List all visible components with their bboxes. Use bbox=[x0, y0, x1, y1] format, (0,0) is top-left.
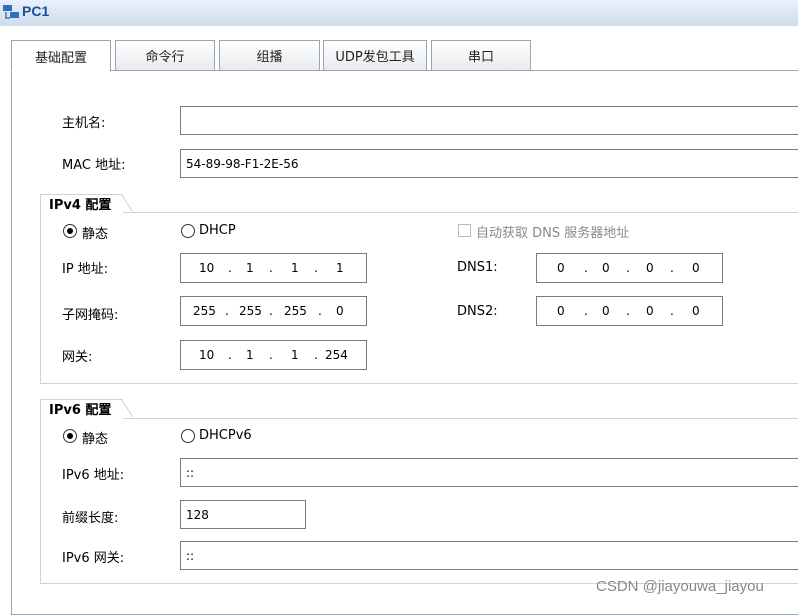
ipv6-static-label: 静态 bbox=[82, 432, 109, 447]
ip-octet-4: 1 bbox=[336, 261, 344, 275]
title-bar: PC1 bbox=[0, 0, 798, 26]
gw-octet-3: 1 bbox=[291, 348, 299, 362]
tab-udp-tool[interactable]: UDP发包工具 bbox=[323, 40, 427, 71]
dns1-label: DNS1: bbox=[457, 260, 498, 275]
ipv6-gateway-label: IPv6 网关: bbox=[62, 551, 125, 566]
ipv6-static-radio[interactable] bbox=[63, 429, 77, 443]
ip-octet-1: 10 bbox=[199, 261, 215, 275]
ip-address-label: IP 地址: bbox=[62, 262, 109, 277]
dns1-octet-4: 0 bbox=[692, 261, 700, 275]
dns1-octet-3: 0 bbox=[646, 261, 654, 275]
dns2-label: DNS2: bbox=[457, 304, 498, 319]
dns2-input[interactable]: 0 . 0 . 0 . 0 bbox=[536, 296, 723, 326]
ipv6-address-input[interactable]: :: bbox=[180, 458, 798, 487]
mac-address-field: 54-89-98-F1-2E-56 bbox=[180, 149, 798, 178]
tab-basic-config[interactable]: 基础配置 bbox=[11, 40, 111, 72]
ipv6-section-title-text: IPv6 配置 bbox=[49, 403, 112, 418]
mask-octet-1: 255 bbox=[193, 304, 216, 318]
mask-octet-4: 0 bbox=[336, 304, 344, 318]
subnet-mask-label: 子网掩码: bbox=[62, 308, 119, 323]
tab-serial[interactable]: 串口 bbox=[431, 40, 531, 71]
ipv4-static-radio[interactable] bbox=[63, 224, 77, 238]
dns1-input[interactable]: 0 . 0 . 0 . 0 bbox=[536, 253, 723, 283]
auto-dns-label: 自动获取 DNS 服务器地址 bbox=[476, 226, 630, 241]
ipv6-dhcp-label: DHCPv6 bbox=[199, 428, 252, 443]
mask-octet-2: 255 bbox=[239, 304, 262, 318]
ipv4-dhcp-radio[interactable] bbox=[181, 224, 195, 238]
ipv6-address-label: IPv6 地址: bbox=[62, 468, 125, 483]
window-title: PC1 bbox=[22, 3, 50, 19]
gw-octet-2: 1 bbox=[246, 348, 254, 362]
ip-address-input[interactable]: 10 . 1 . 1 . 1 bbox=[180, 253, 367, 283]
ip-octet-2: 1 bbox=[246, 261, 254, 275]
group-tab-slant bbox=[121, 194, 134, 213]
gw-octet-1: 10 bbox=[199, 348, 215, 362]
ipv4-dhcp-label: DHCP bbox=[199, 223, 236, 238]
tab-command-line[interactable]: 命令行 bbox=[115, 40, 215, 71]
dns2-octet-1: 0 bbox=[557, 304, 565, 318]
dns1-octet-2: 0 bbox=[602, 261, 610, 275]
prefix-length-input[interactable]: 128 bbox=[180, 500, 306, 529]
pc-network-icon bbox=[3, 5, 19, 19]
dns2-octet-3: 0 bbox=[646, 304, 654, 318]
watermark-text: CSDN @jiayouwa_jiayou bbox=[596, 578, 764, 595]
dns2-octet-4: 0 bbox=[692, 304, 700, 318]
gateway-input[interactable]: 10 . 1 . 1 . 254 bbox=[180, 340, 367, 370]
ipv6-dhcp-radio[interactable] bbox=[181, 429, 195, 443]
mac-label: MAC 地址: bbox=[62, 158, 126, 173]
gw-octet-4: 254 bbox=[325, 348, 348, 362]
ipv4-section-title-text: IPv4 配置 bbox=[49, 198, 112, 213]
group-tab-slant bbox=[121, 399, 134, 418]
mask-octet-3: 255 bbox=[284, 304, 307, 318]
ipv6-gateway-input[interactable]: :: bbox=[180, 541, 798, 570]
hostname-label: 主机名: bbox=[62, 116, 106, 131]
gateway-label: 网关: bbox=[62, 350, 93, 365]
dns2-octet-2: 0 bbox=[602, 304, 610, 318]
prefix-length-label: 前缀长度: bbox=[62, 511, 119, 526]
ipv4-section-title: IPv4 配置 bbox=[40, 194, 134, 216]
ipv6-section-title: IPv6 配置 bbox=[40, 399, 134, 421]
auto-dns-checkbox[interactable] bbox=[458, 224, 471, 237]
dns1-octet-1: 0 bbox=[557, 261, 565, 275]
subnet-mask-input[interactable]: 255 . 255 . 255 . 0 bbox=[180, 296, 367, 326]
ipv4-static-label: 静态 bbox=[82, 227, 109, 242]
ip-octet-3: 1 bbox=[291, 261, 299, 275]
tab-multicast[interactable]: 组播 bbox=[219, 40, 320, 71]
hostname-input[interactable] bbox=[180, 106, 798, 135]
